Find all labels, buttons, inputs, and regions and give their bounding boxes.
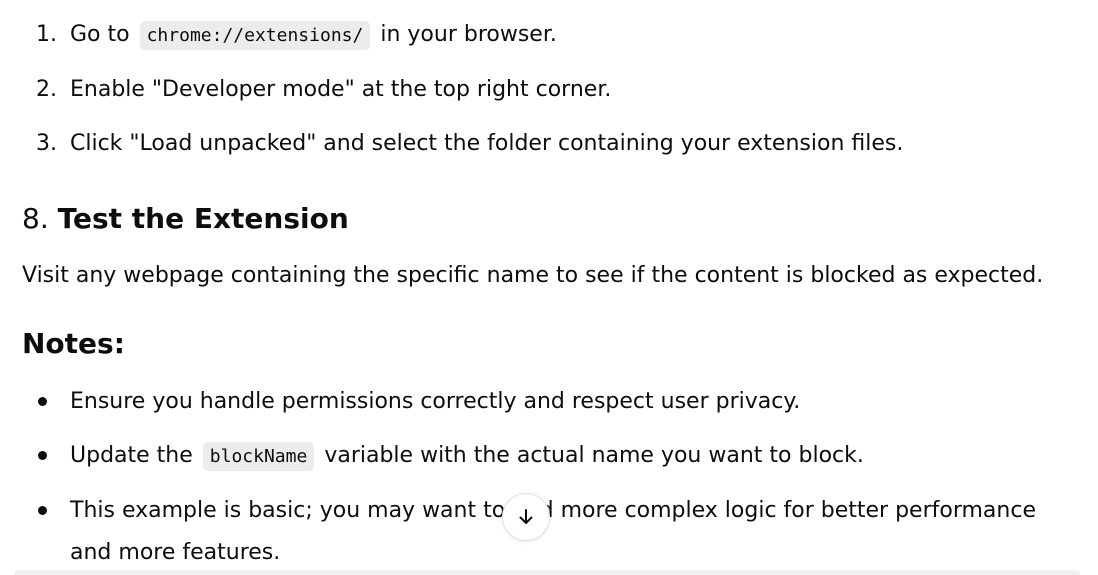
note-text: This example is basic; you may want to a…	[70, 498, 1036, 565]
section-number: 8.	[22, 202, 49, 235]
step-text-post: in your browser.	[380, 22, 557, 47]
scroll-to-bottom-button[interactable]	[502, 493, 550, 541]
note-text: Update the blockName variable with the a…	[70, 435, 864, 478]
section-paragraph: Visit any webpage containing the specifi…	[22, 263, 1044, 288]
step-text: Go to chrome://extensions/ in your brows…	[70, 14, 557, 57]
bullet	[38, 397, 47, 406]
step-number: 1.	[36, 22, 57, 47]
notes-heading: Notes:	[22, 327, 125, 360]
bullet	[38, 506, 47, 515]
inline-code: blockName	[202, 442, 315, 471]
step-number: 2.	[36, 77, 57, 102]
step-text: Click "Load unpacked" and select the fol…	[70, 131, 904, 156]
note-text-post: variable with the actual name you want t…	[324, 443, 864, 468]
step-text: Enable "Developer mode" at the top right…	[70, 77, 612, 102]
note-text-pre: Update the	[70, 443, 193, 468]
step-number: 3.	[36, 131, 57, 156]
section-heading-test: 8. Test the Extension	[22, 198, 349, 240]
inline-code: chrome://extensions/	[139, 21, 371, 50]
composer-edge	[14, 570, 1080, 575]
note-text: Ensure you handle permissions correctly …	[70, 389, 801, 414]
step-text-pre: Go to	[70, 22, 130, 47]
section-title: Test the Extension	[57, 202, 349, 235]
bullet	[38, 451, 47, 460]
arrow-down-icon	[519, 509, 533, 524]
